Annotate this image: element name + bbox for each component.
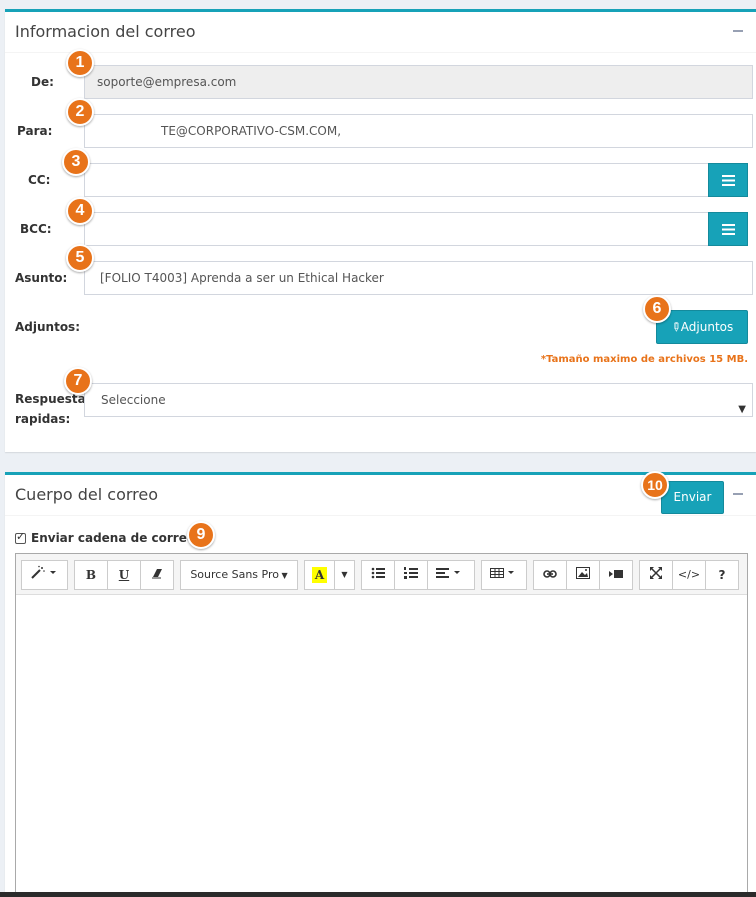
table-icon [490, 568, 514, 578]
video-icon [609, 570, 623, 578]
to-field[interactable]: TE@CORPORATIVO-CSM.COM, [84, 114, 753, 148]
magic-style-button[interactable] [21, 560, 68, 590]
paragraph-align-dropdown[interactable] [427, 560, 475, 590]
editor-toolbar: B U Source Sans Pro ▼ A ▼ </> ? [16, 554, 747, 595]
marker-4: 4 [66, 197, 94, 225]
cc-field[interactable] [84, 163, 714, 197]
from-label: De: [31, 75, 54, 89]
email-info-panel: Informacion del correo De: soporte@empre… [5, 9, 756, 452]
chain-checkbox-label: Enviar cadena de correos [31, 531, 203, 545]
bcc-field[interactable] [84, 212, 714, 246]
quick-reply-label-line2: rapidas: [15, 412, 71, 426]
marker-3: 3 [62, 148, 90, 176]
marker-5: 5 [66, 244, 94, 272]
insert-link-button[interactable] [533, 560, 567, 590]
email-body-panel: Cuerpo del correo Enviar Enviar cadena d… [5, 472, 756, 897]
marker-6: 6 [643, 295, 671, 323]
caret-down-icon: ▼ [341, 570, 348, 579]
numbered-list-button[interactable] [394, 560, 428, 590]
help-button[interactable]: ? [705, 560, 739, 590]
attachments-label: Adjuntos: [15, 320, 80, 334]
marker-7: 7 [64, 367, 92, 395]
collapse-body-button[interactable] [733, 493, 743, 495]
email-info-header: Informacion del correo [5, 12, 756, 53]
bullet-list-icon [371, 567, 385, 579]
rich-text-editor: B U Source Sans Pro ▼ A ▼ </> ? [15, 553, 748, 897]
font-family-value: Source Sans Pro [190, 568, 279, 581]
quick-reply-value: Seleccione [101, 393, 166, 407]
underline-button[interactable]: U [107, 560, 141, 590]
marker-1: 1 [66, 49, 94, 77]
cc-label: CC: [28, 173, 51, 187]
list-icon [722, 175, 735, 186]
size-limit-note: *Tamaño maximo de archivos 15 MB. [540, 354, 748, 365]
collapse-info-button[interactable] [733, 30, 743, 32]
list-icon [722, 224, 735, 235]
numbered-list-icon [404, 567, 418, 579]
highlight-color-button[interactable]: A [304, 560, 335, 590]
table-dropdown[interactable] [481, 560, 527, 590]
caret-down-icon: ▼ [278, 571, 288, 580]
font-family-dropdown[interactable]: Source Sans Pro ▼ [180, 560, 298, 590]
subject-field[interactable]: [FOLIO T4003] Aprenda a ser un Ethical H… [84, 261, 753, 295]
link-icon [543, 570, 557, 578]
insert-video-button[interactable] [599, 560, 633, 590]
to-label: Para: [17, 124, 53, 138]
marker-9: 9 [187, 521, 215, 549]
align-left-icon [436, 568, 460, 578]
chain-checkbox[interactable] [15, 530, 26, 544]
bcc-label: BCC: [20, 222, 52, 236]
fullscreen-button[interactable] [639, 560, 673, 590]
insert-picture-button[interactable] [566, 560, 600, 590]
highlight-color-dropdown[interactable]: ▼ [334, 560, 355, 590]
from-field: soporte@empresa.com [84, 65, 753, 99]
email-info-title: Informacion del correo [15, 22, 196, 41]
marker-2: 2 [66, 98, 94, 126]
marker-10: 10 [641, 471, 669, 499]
picture-icon [576, 567, 590, 579]
cc-list-button[interactable] [708, 163, 748, 197]
attachments-button-label: Adjuntos [680, 320, 734, 334]
eraser-button[interactable] [140, 560, 174, 590]
editor-content-area[interactable] [16, 595, 747, 897]
eraser-icon [152, 569, 162, 579]
fullscreen-icon [650, 567, 662, 579]
code-view-button[interactable]: </> [672, 560, 706, 590]
attachments-button[interactable]: ✎Adjuntos [656, 310, 748, 344]
send-button[interactable]: Enviar [661, 481, 724, 514]
highlight-color-icon: A [311, 567, 328, 583]
bold-button[interactable]: B [74, 560, 108, 590]
subject-label: Asunto: [15, 271, 68, 285]
magic-wand-icon [30, 565, 56, 579]
quick-reply-select[interactable]: Seleccione ▼ [84, 383, 753, 417]
email-body-title: Cuerpo del correo [15, 485, 159, 504]
bullet-list-button[interactable] [361, 560, 395, 590]
bcc-list-button[interactable] [708, 212, 748, 246]
window-bottom-edge [0, 892, 756, 897]
caret-down-icon: ▼ [738, 404, 746, 415]
